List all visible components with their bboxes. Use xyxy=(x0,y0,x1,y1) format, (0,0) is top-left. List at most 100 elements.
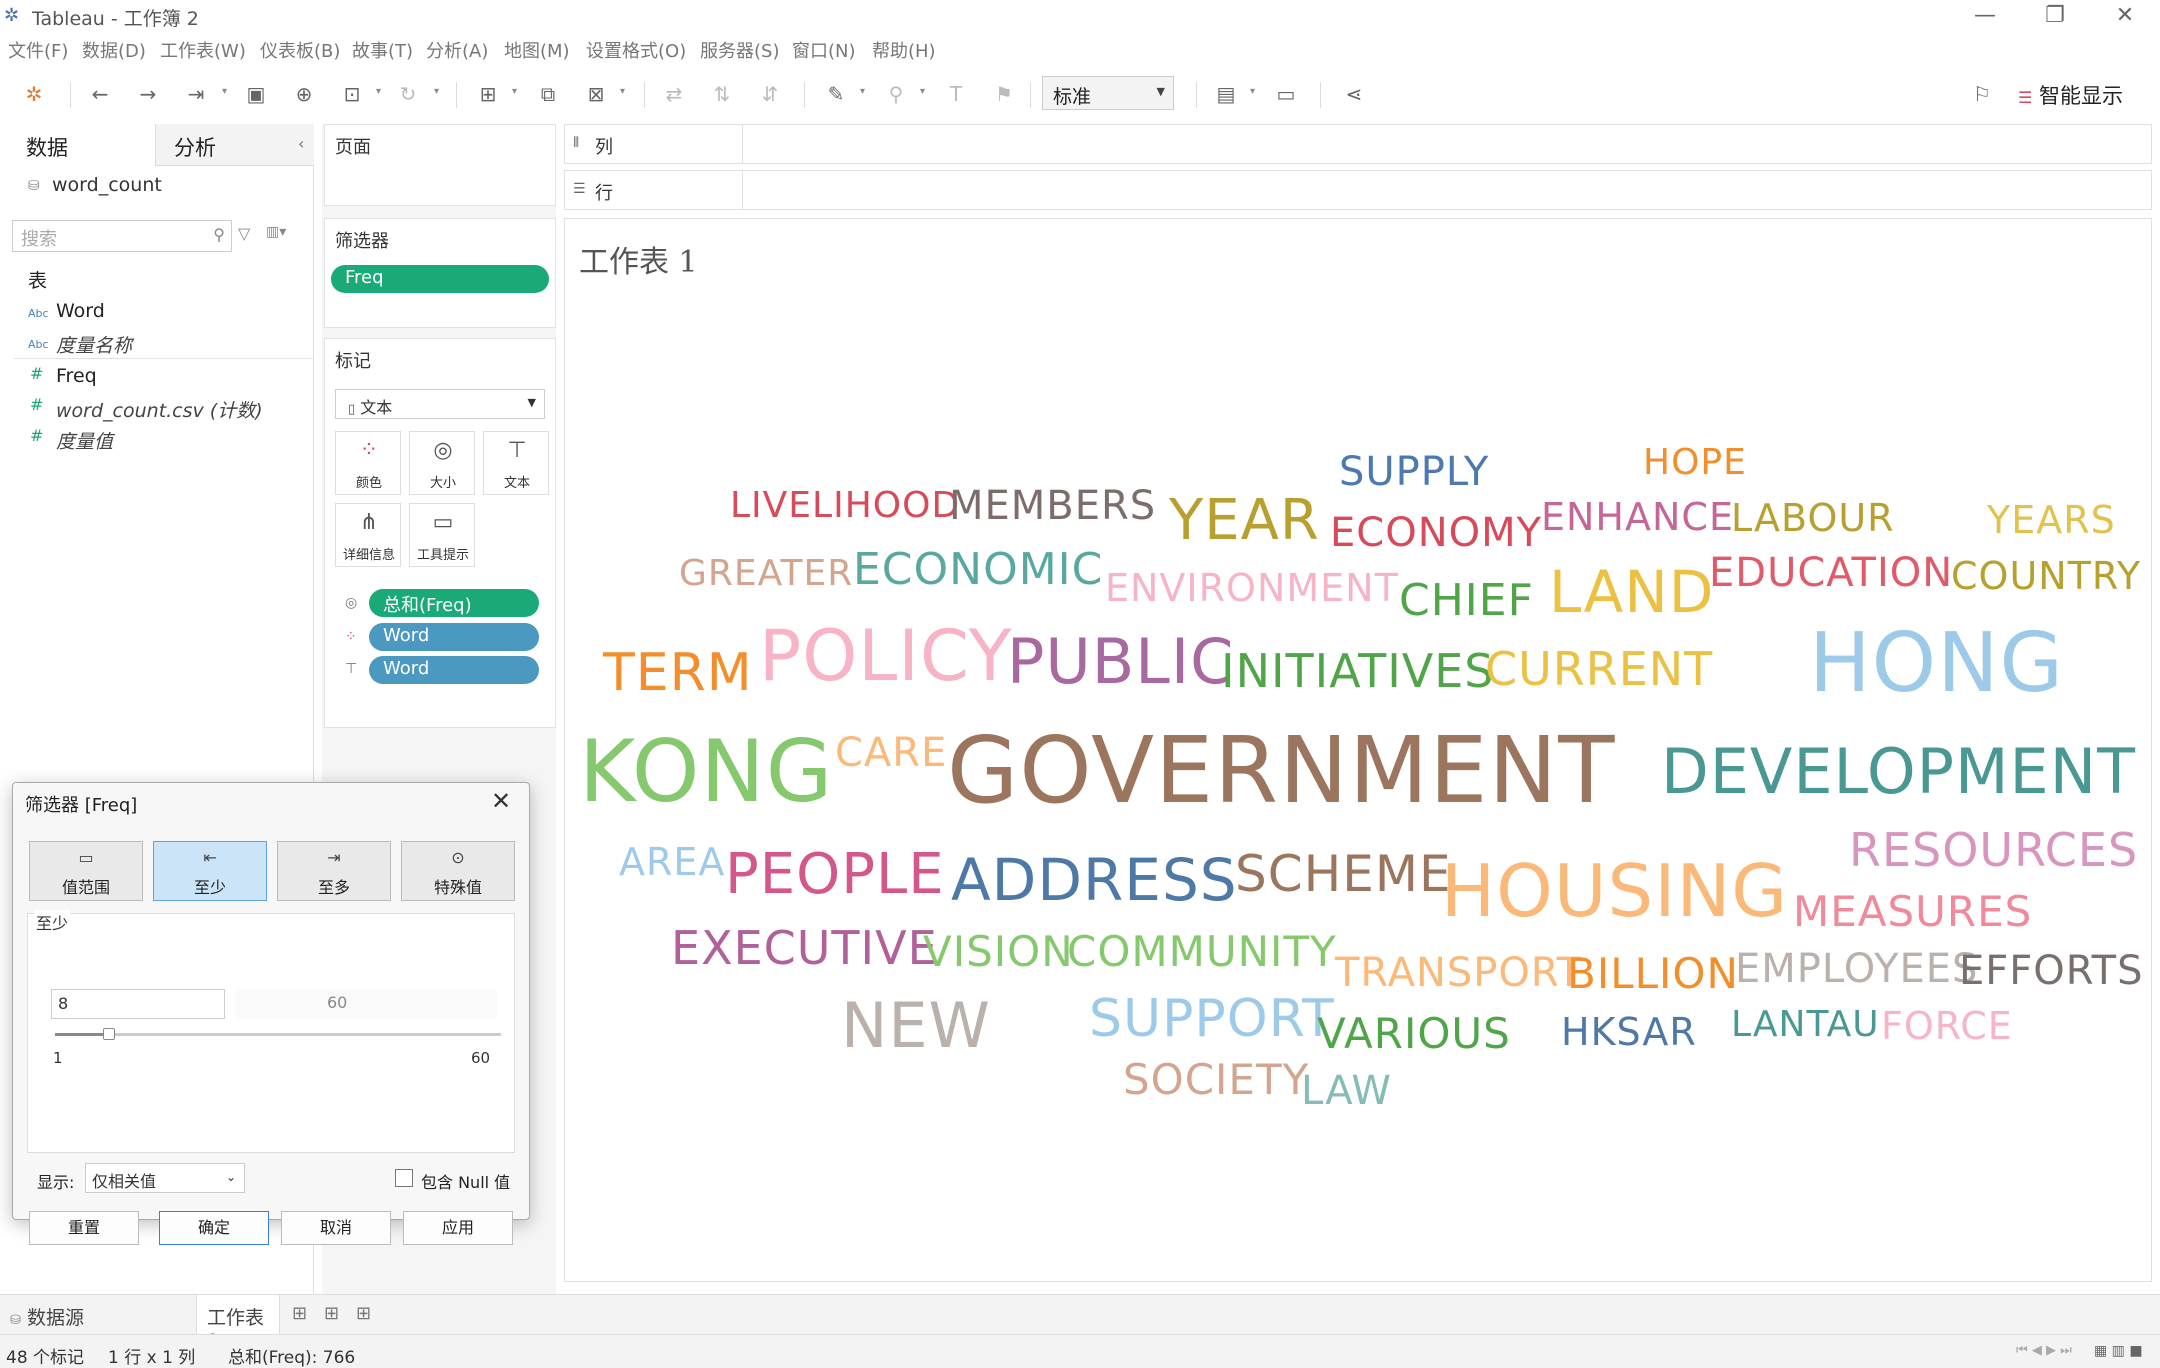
restore-icon[interactable]: ❐ xyxy=(2020,0,2090,34)
word-cloud-word[interactable]: DEVELOPMENT xyxy=(1661,741,2136,803)
show-me-hint-icon[interactable]: ⚐ xyxy=(1970,82,1994,106)
word-cloud-word[interactable]: NEW xyxy=(841,995,991,1057)
word-cloud-word[interactable]: LANTAU xyxy=(1731,1007,1880,1043)
word-cloud-word[interactable]: VARIOUS xyxy=(1317,1013,1511,1055)
duplicate-sheet-icon[interactable]: ⧉ xyxy=(536,82,560,106)
word-cloud-word[interactable]: CHIEF xyxy=(1399,579,1534,623)
menu-window[interactable]: 窗口(N) xyxy=(792,37,856,63)
columns-shelf[interactable]: ⦀ 列 xyxy=(564,124,2152,164)
labels-icon[interactable]: T xyxy=(944,82,968,106)
word-cloud-word[interactable]: PEOPLE xyxy=(725,847,945,903)
show-me-button[interactable]: ☰ 智能显示 xyxy=(2018,80,2123,110)
filters-card[interactable]: 筛选器 Freq xyxy=(324,218,556,328)
marks-tooltip-button[interactable]: ▭ 工具提示 xyxy=(409,503,475,567)
min-value-input[interactable]: 8 xyxy=(51,989,225,1019)
word-cloud-word[interactable]: CARE xyxy=(835,733,947,773)
menu-help[interactable]: 帮助(H) xyxy=(872,37,936,63)
apply-button[interactable]: 应用 xyxy=(403,1211,513,1245)
reset-button[interactable]: 重置 xyxy=(29,1211,139,1245)
word-cloud-word[interactable]: ECONOMY xyxy=(1330,513,1542,553)
menu-server[interactable]: 服务器(S) xyxy=(700,37,779,63)
group-icon[interactable]: ⚲ xyxy=(884,82,908,106)
word-cloud-word[interactable]: COUNTRY xyxy=(1951,557,2141,595)
field-freq[interactable]: Freq xyxy=(56,365,97,387)
word-cloud-word[interactable]: LIVELIHOOD xyxy=(730,488,960,524)
word-cloud-word[interactable]: KONG xyxy=(579,729,833,815)
tab-data[interactable]: 数据 xyxy=(0,124,155,166)
value-slider[interactable] xyxy=(55,1028,501,1040)
datasource-name[interactable]: word_count xyxy=(52,174,162,196)
field-word[interactable]: Word xyxy=(56,300,105,322)
undo-icon[interactable]: ← xyxy=(88,82,112,106)
word-cloud-word[interactable]: MEASURES xyxy=(1793,891,2032,933)
marks-detail-button[interactable]: ⋔ 详细信息 xyxy=(335,503,401,567)
menu-analysis[interactable]: 分析(A) xyxy=(426,37,488,63)
minimize-icon[interactable]: — xyxy=(1950,0,2020,34)
clear-sheet-icon[interactable]: ⊠ xyxy=(584,82,608,106)
word-cloud-word[interactable]: VISION xyxy=(923,931,1074,973)
word-cloud-word[interactable]: HONG xyxy=(1809,623,2064,705)
word-cloud-word[interactable]: SUPPLY xyxy=(1339,452,1489,492)
marks-text-button[interactable]: ⊤ 文本 xyxy=(483,431,549,495)
menu-dashboard[interactable]: 仪表板(B) xyxy=(260,37,340,63)
word-cloud-word[interactable]: ENHANCE xyxy=(1541,498,1734,536)
marks-pill-word-color[interactable]: Word xyxy=(369,623,539,651)
menu-format[interactable]: 设置格式(O) xyxy=(586,37,686,63)
word-cloud-word[interactable]: BILLION xyxy=(1567,953,1739,995)
word-cloud-word[interactable]: LAND xyxy=(1549,563,1714,621)
marks-size-button[interactable]: ◎ 大小 xyxy=(409,431,475,495)
word-cloud-word[interactable]: YEARS xyxy=(1987,501,2116,539)
refresh-icon[interactable]: ↻ xyxy=(396,82,420,106)
marks-pill-sum-freq[interactable]: 总和(Freq) xyxy=(369,589,539,617)
word-cloud-word[interactable]: HOUSING xyxy=(1441,855,1788,927)
tab-range-of-values[interactable]: ▭ 值范围 xyxy=(29,841,143,901)
rows-shelf[interactable]: ☰ 行 xyxy=(564,170,2152,210)
word-cloud-word[interactable]: HOPE xyxy=(1643,445,1747,481)
tableau-home-icon[interactable]: ✲ xyxy=(22,82,46,106)
marks-color-button[interactable]: ⁘ 颜色 xyxy=(335,431,401,495)
word-cloud-word[interactable]: EXECUTIVE xyxy=(671,925,938,971)
word-cloud-word[interactable]: PUBLIC xyxy=(1007,631,1234,693)
show-cards-icon[interactable]: ▤ xyxy=(1214,82,1238,106)
search-input[interactable]: 搜索 ⚲ xyxy=(12,220,232,252)
ok-button[interactable]: 确定 xyxy=(159,1211,269,1245)
presentation-icon[interactable]: ▭ xyxy=(1274,82,1298,106)
pin-icon[interactable]: ⚑ xyxy=(992,82,1016,106)
word-cloud-word[interactable]: SUPPORT xyxy=(1089,993,1335,1045)
word-cloud-word[interactable]: AREA xyxy=(619,843,725,881)
tab-analysis[interactable]: 分析 ‹ xyxy=(155,124,314,166)
filter-pill-freq[interactable]: Freq xyxy=(331,265,549,293)
menu-map[interactable]: 地图(M) xyxy=(504,37,570,63)
swap-icon[interactable]: ⇄ xyxy=(662,82,686,106)
sheet-nav-icon[interactable]: ⏮ ◀ ▶ ⏭ xyxy=(2016,1343,2072,1358)
menu-file[interactable]: 文件(F) xyxy=(8,37,68,63)
marks-pill-word-text[interactable]: Word xyxy=(369,656,539,684)
word-cloud-word[interactable]: LABOUR xyxy=(1731,499,1895,537)
new-datasource-icon[interactable]: ⊕ xyxy=(292,82,316,106)
menu-story[interactable]: 故事(T) xyxy=(352,37,413,63)
include-null-checkbox[interactable] xyxy=(395,1169,413,1187)
redo-icon[interactable]: → xyxy=(136,82,160,106)
word-cloud-word[interactable]: EMPLOYEES xyxy=(1735,949,1978,989)
word-cloud-word[interactable]: FORCE xyxy=(1881,1007,2013,1045)
filter-icon[interactable]: ▽ xyxy=(238,224,250,243)
pause-updates-icon[interactable]: ⊡ xyxy=(340,82,364,106)
field-measure-names[interactable]: 度量名称 xyxy=(56,331,132,358)
word-cloud-word[interactable]: LAW xyxy=(1301,1071,1392,1111)
view-canvas[interactable]: 工作表 1 LIVELIHOOD MEMBERS YEAR SUPPLY HOPE ECO… xyxy=(564,218,2152,1282)
mark-type-select[interactable]: ▯ 文本 ▼ xyxy=(335,389,545,419)
slider-thumb[interactable] xyxy=(102,1028,115,1040)
word-cloud-word[interactable]: GREATER xyxy=(679,556,853,592)
word-cloud-word[interactable]: TRANSPORT xyxy=(1335,953,1582,993)
word-cloud-word[interactable]: EDUCATION xyxy=(1709,553,1953,593)
word-cloud-word[interactable]: MEMBERS xyxy=(949,486,1156,526)
word-cloud-word[interactable]: RESOURCES xyxy=(1849,827,2138,873)
tab-worksheet-1[interactable]: 工作表 1 xyxy=(196,1295,280,1352)
word-cloud-word[interactable]: ECONOMIC xyxy=(853,548,1103,592)
word-cloud-word[interactable]: INITIATIVES xyxy=(1221,648,1495,694)
word-cloud-word[interactable]: EFFORTS xyxy=(1959,951,2143,991)
word-cloud-word[interactable]: SCHEME xyxy=(1235,849,1452,899)
new-worksheet-icon[interactable]: ⊞ xyxy=(292,1303,307,1324)
close-icon[interactable]: ✕ xyxy=(491,787,511,815)
tab-at-least[interactable]: ⇤ 至少 xyxy=(153,841,267,901)
